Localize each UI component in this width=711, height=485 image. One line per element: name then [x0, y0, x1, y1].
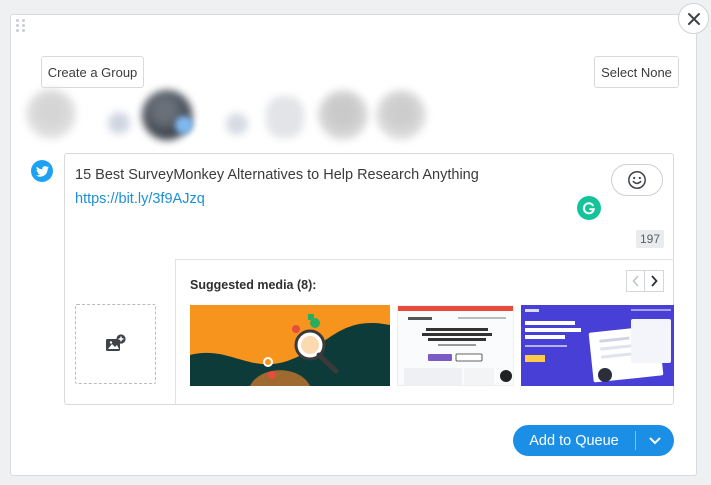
close-icon — [687, 12, 700, 25]
next-button[interactable] — [645, 270, 664, 292]
post-link[interactable]: https://bit.ly/3f9AJzq — [75, 189, 205, 209]
add-media-button[interactable] — [75, 304, 156, 384]
avatar[interactable] — [266, 96, 304, 138]
avatar[interactable] — [226, 113, 248, 135]
suggested-media-panel: Suggested media (8): — [175, 259, 674, 405]
previous-button[interactable] — [626, 270, 645, 292]
suggested-media-title: Suggested media (8): — [190, 278, 317, 292]
avatar[interactable] — [175, 116, 193, 134]
media-pager — [626, 270, 664, 292]
media-thumbnail-3[interactable] — [521, 305, 674, 386]
add-to-queue-button-group: Add to Queue — [513, 425, 674, 456]
grammarly-icon[interactable] — [577, 196, 601, 220]
media-thumbnail-1[interactable] — [190, 305, 390, 386]
close-button[interactable] — [678, 3, 709, 34]
character-count: 197 — [636, 230, 664, 248]
avatar[interactable] — [318, 90, 368, 140]
queue-options-button[interactable] — [636, 425, 674, 456]
post-text[interactable]: 15 Best SurveyMonkey Alternatives to Hel… — [75, 165, 479, 185]
create-group-label: Create a Group — [47, 64, 138, 80]
avatar[interactable] — [108, 112, 130, 134]
select-none-label: Select None — [601, 64, 672, 80]
select-none-button[interactable]: Select None — [594, 56, 679, 88]
drag-handle-icon[interactable] — [16, 19, 25, 32]
twitter-icon — [31, 160, 53, 182]
media-thumbnail-2[interactable] — [397, 305, 514, 386]
chevron-right-icon — [651, 275, 658, 287]
create-group-button[interactable]: Create a Group — [41, 56, 144, 88]
add-to-queue-button[interactable]: Add to Queue — [513, 425, 635, 456]
chevron-left-icon — [631, 275, 639, 287]
profile-avatars — [22, 86, 442, 142]
emoji-button[interactable] — [611, 164, 663, 196]
avatar[interactable] — [376, 90, 426, 140]
add-image-icon — [105, 334, 126, 351]
emoji-icon — [628, 171, 646, 189]
avatar[interactable] — [26, 89, 76, 139]
chevron-down-icon — [649, 437, 661, 444]
post-composer[interactable]: 15 Best SurveyMonkey Alternatives to Hel… — [64, 153, 674, 405]
add-to-queue-label: Add to Queue — [529, 432, 619, 449]
